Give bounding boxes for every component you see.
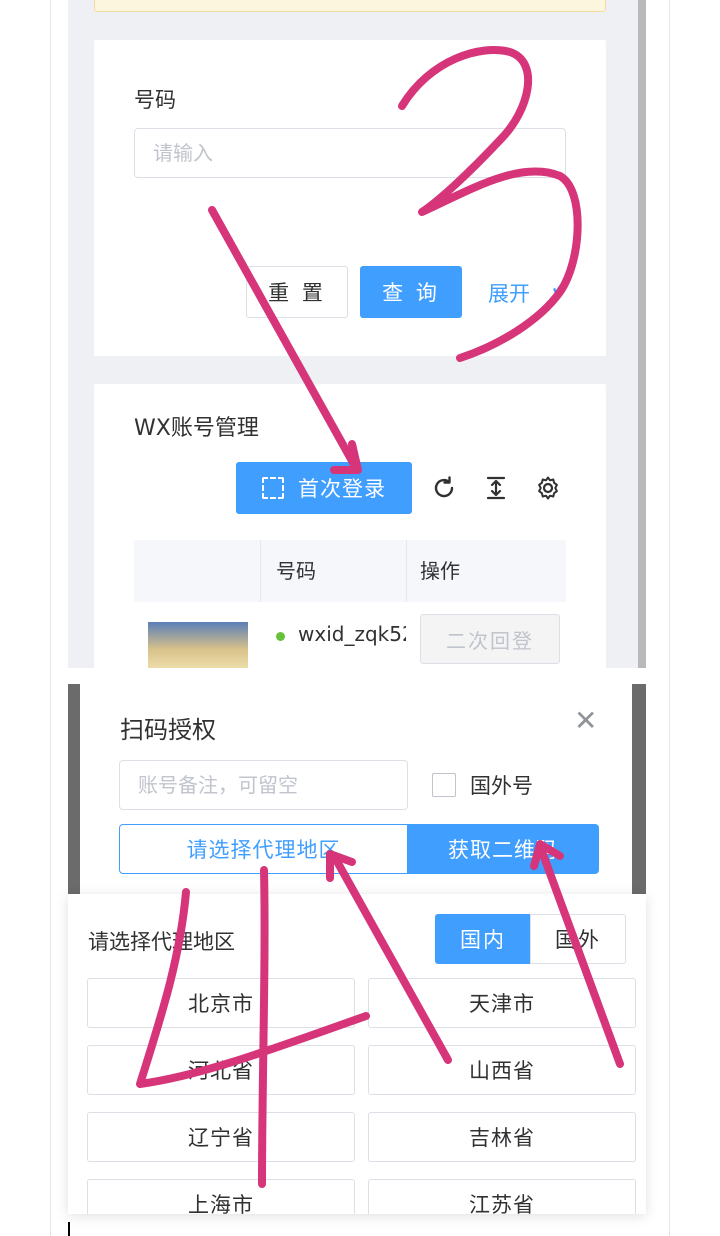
province-option[interactable]: 河北省 — [87, 1045, 355, 1095]
overseas-checkbox[interactable] — [432, 773, 456, 797]
popover-arrow — [254, 884, 274, 894]
province-option[interactable]: 山西省 — [368, 1045, 636, 1095]
province-option[interactable]: 天津市 — [368, 978, 636, 1028]
scan-icon — [262, 477, 284, 499]
province-option[interactable]: 辽宁省 — [87, 1112, 355, 1162]
tab-overseas[interactable]: 国外 — [530, 914, 626, 964]
refresh-icon[interactable] — [428, 472, 460, 504]
column-action: 操作 — [420, 559, 460, 583]
column-divider — [406, 540, 407, 602]
remark-input[interactable]: 账号备注，可留空 — [119, 760, 408, 810]
account-list-card: WX账号管理 首次登录 号码 操作 wxid_zqk52 二次回登 — [94, 384, 606, 668]
column-height-icon[interactable] — [480, 472, 512, 504]
column-divider — [260, 540, 261, 602]
province-option[interactable]: 上海市 — [87, 1179, 355, 1214]
popover-title: 请选择代理地区 — [88, 930, 235, 954]
region-select-button[interactable]: 请选择代理地区 — [119, 824, 408, 874]
column-number: 号码 — [276, 559, 316, 583]
status-dot — [276, 632, 285, 641]
close-icon[interactable]: ✕ — [574, 704, 597, 737]
region-popover: 请选择代理地区 国内 国外 北京市 天津市 河北省 山西省 辽宁省 吉林省 上海… — [68, 894, 646, 1214]
overseas-label: 国外号 — [470, 774, 533, 798]
dialog-title: 扫码授权 — [120, 716, 216, 744]
reset-button[interactable]: 重 置 — [246, 266, 348, 318]
first-login-label: 首次登录 — [298, 477, 386, 501]
expand-link[interactable]: 展开 — [488, 278, 530, 308]
number-field-label: 号码 — [134, 88, 176, 112]
chevron-down-icon[interactable]: ✓ — [550, 276, 568, 301]
get-qr-button[interactable]: 获取二维码 — [407, 824, 599, 874]
notice-strip — [94, 0, 606, 12]
first-login-button[interactable]: 首次登录 — [236, 462, 412, 514]
table-header: 号码 操作 — [134, 540, 566, 602]
settings-icon[interactable] — [532, 472, 564, 504]
relogin-button[interactable]: 二次回登 — [420, 614, 560, 664]
province-option[interactable]: 北京市 — [87, 978, 355, 1028]
text-cursor — [68, 1222, 70, 1236]
account-avatar — [148, 622, 248, 668]
list-title: WX账号管理 — [134, 416, 259, 441]
query-button[interactable]: 查 询 — [360, 266, 462, 318]
number-input[interactable]: 请输入 — [134, 128, 566, 178]
province-option[interactable]: 江苏省 — [368, 1179, 636, 1214]
query-form-card: 号码 请输入 重 置 查 询 展开 ✓ — [94, 40, 606, 356]
query-page-screenshot: 号码 请输入 重 置 查 询 展开 ✓ WX账号管理 首次登录 号码 操作 wx… — [68, 0, 646, 668]
account-id: wxid_zqk52 — [298, 622, 406, 646]
province-option[interactable]: 吉林省 — [368, 1112, 636, 1162]
tab-domestic[interactable]: 国内 — [435, 914, 531, 964]
